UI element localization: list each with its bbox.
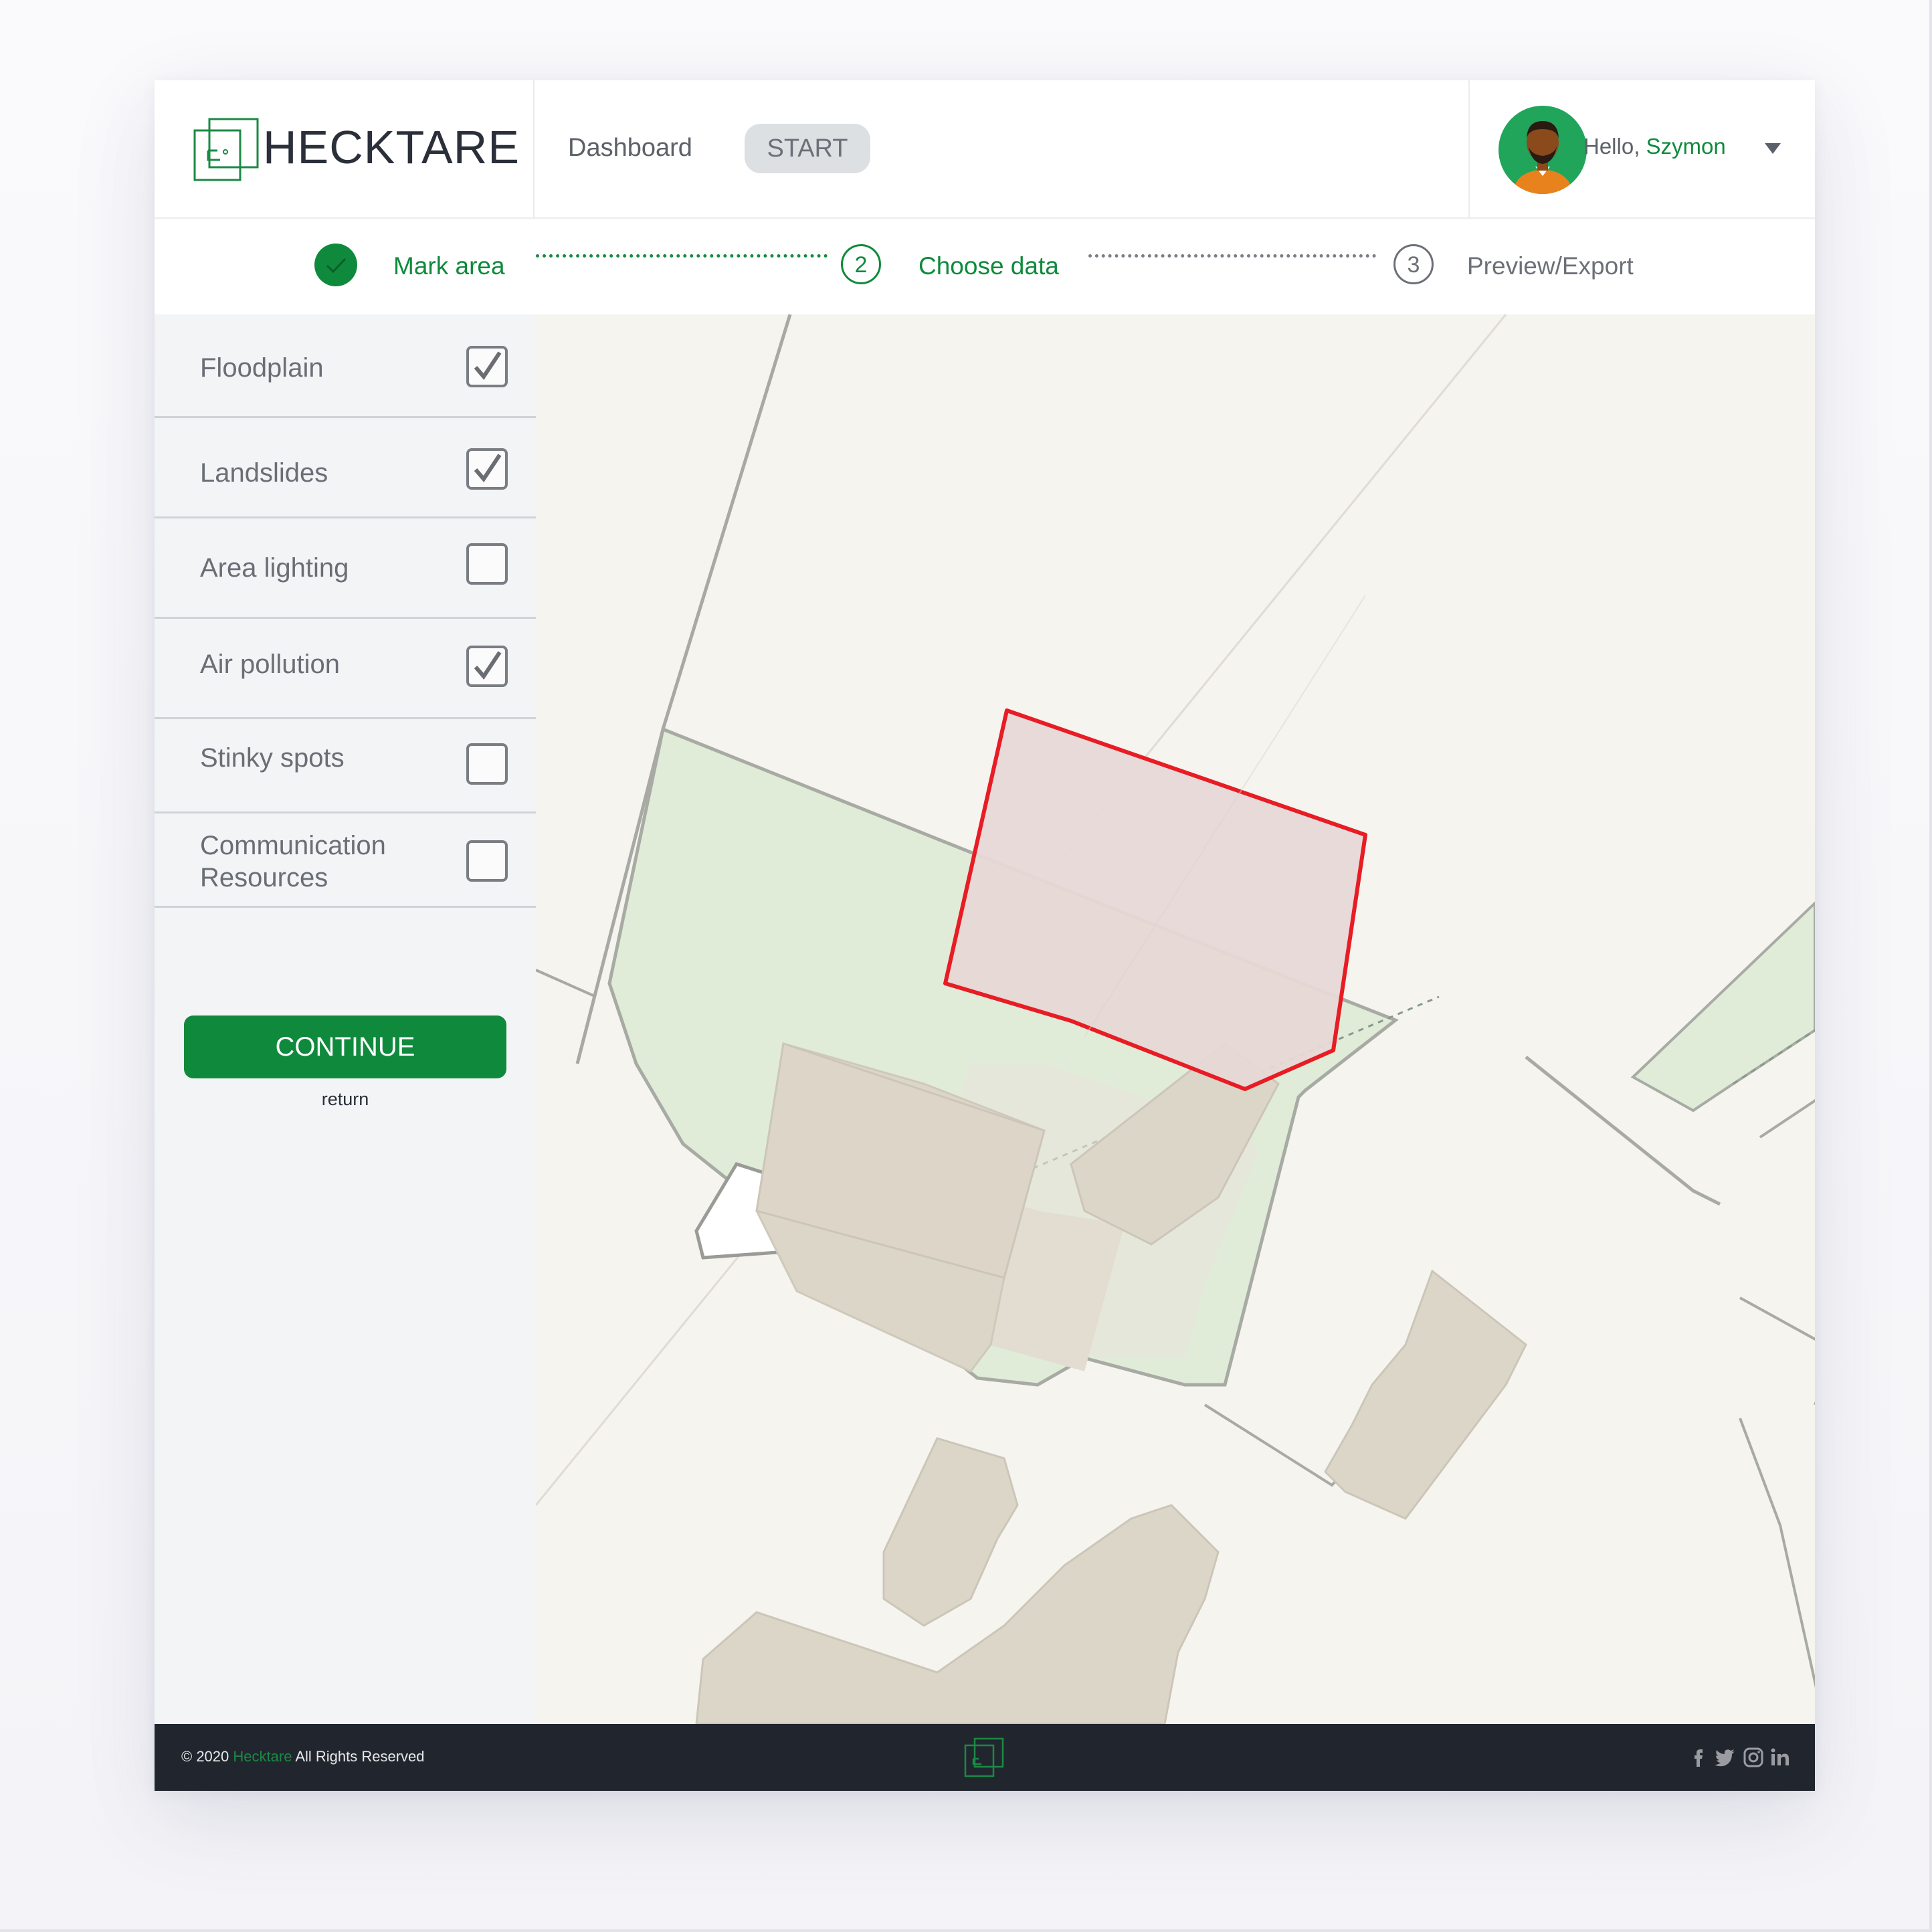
facebook-icon[interactable] bbox=[1686, 1745, 1711, 1769]
logo-text: HECKTARE bbox=[263, 121, 520, 173]
step-choose-data[interactable]: Choose data bbox=[919, 252, 1059, 280]
option-landslides[interactable]: Landslides bbox=[155, 418, 536, 518]
step-connector bbox=[1088, 254, 1376, 271]
option-label-line: Communication bbox=[200, 831, 386, 860]
copyright-prefix: © 2020 bbox=[181, 1748, 233, 1765]
app-window: HECKTARE Dashboard START Hello, Szymon M… bbox=[155, 80, 1815, 1791]
option-label: Communication Resources bbox=[200, 830, 386, 894]
user-name: Szymon bbox=[1646, 134, 1726, 159]
header: HECKTARE Dashboard START Hello, Szymon bbox=[155, 80, 1815, 219]
map-layer[interactable] bbox=[536, 314, 1815, 1724]
avatar[interactable] bbox=[1498, 105, 1587, 195]
option-stinky-spots[interactable]: Stinky spots bbox=[155, 719, 536, 813]
checkmark-icon bbox=[474, 454, 502, 482]
data-layers-sidebar: Floodplain Landslides Area lighting Air … bbox=[155, 314, 536, 1724]
user-greeting: Hello, Szymon bbox=[1583, 134, 1726, 159]
option-area-lighting[interactable]: Area lighting bbox=[155, 518, 536, 619]
footer: © 2020 Hecktare All Rights Reserved bbox=[155, 1724, 1815, 1791]
option-label: Air pollution bbox=[200, 650, 341, 679]
checkbox-landslides[interactable] bbox=[466, 448, 508, 490]
return-link[interactable]: return bbox=[155, 1089, 536, 1110]
footer-logo-icon bbox=[964, 1737, 1004, 1777]
copyright-suffix: All Rights Reserved bbox=[292, 1748, 425, 1765]
option-floodplain[interactable]: Floodplain bbox=[155, 314, 536, 418]
parcel-boundary bbox=[536, 969, 597, 998]
linkedin-icon[interactable] bbox=[1768, 1745, 1792, 1769]
option-label: Floodplain bbox=[200, 353, 324, 383]
footer-brand-link[interactable]: Hecktare bbox=[233, 1748, 292, 1765]
map-canvas[interactable] bbox=[536, 314, 1815, 1724]
option-label: Landslides bbox=[200, 458, 328, 488]
parcel-boundary bbox=[1739, 1296, 1815, 1405]
continue-button[interactable]: CONTINUE bbox=[184, 1016, 506, 1078]
chevron-down-icon[interactable] bbox=[1764, 142, 1781, 155]
option-communication-resources[interactable]: Communication Resources bbox=[155, 813, 536, 908]
progress-stepper: Mark area 2 Choose data 3 Preview/Export bbox=[155, 219, 1815, 314]
checkbox-stinky-spots[interactable] bbox=[466, 743, 508, 785]
step-preview-export[interactable]: Preview/Export bbox=[1467, 252, 1634, 280]
option-label-line: Resources bbox=[200, 863, 328, 892]
building bbox=[882, 1437, 1019, 1627]
logo[interactable]: HECKTARE bbox=[155, 80, 535, 217]
option-label: Area lighting bbox=[200, 553, 349, 583]
user-menu[interactable]: Hello, Szymon bbox=[1468, 80, 1816, 217]
instagram-icon[interactable] bbox=[1741, 1745, 1765, 1769]
greeting-text: Hello, bbox=[1583, 134, 1646, 159]
step-mark-area[interactable]: Mark area bbox=[393, 252, 505, 280]
option-label: Stinky spots bbox=[200, 743, 345, 773]
check-circle-icon bbox=[314, 244, 357, 286]
checkmark-icon bbox=[474, 651, 502, 680]
copyright-text: © 2020 Hecktare All Rights Reserved bbox=[181, 1748, 425, 1765]
checkmark-icon bbox=[474, 351, 502, 380]
building bbox=[1324, 1269, 1527, 1520]
twitter-icon[interactable] bbox=[1713, 1745, 1737, 1769]
nav-dashboard-link[interactable]: Dashboard bbox=[568, 134, 692, 163]
checkbox-communication-resources[interactable] bbox=[466, 840, 508, 882]
parcel-boundary bbox=[1759, 1098, 1815, 1139]
checkbox-floodplain[interactable] bbox=[466, 346, 508, 387]
green-area bbox=[1630, 901, 1815, 1113]
checkbox-air-pollution[interactable] bbox=[466, 646, 508, 687]
nav-start-button[interactable]: START bbox=[745, 124, 870, 173]
step-2-number: 2 bbox=[841, 244, 881, 284]
step-3-number: 3 bbox=[1393, 244, 1434, 284]
parcel-boundary bbox=[1739, 1418, 1815, 1688]
step-connector bbox=[536, 254, 828, 271]
hecktare-logo-icon bbox=[193, 118, 259, 181]
option-air-pollution[interactable]: Air pollution bbox=[155, 619, 536, 719]
checkbox-area-lighting[interactable] bbox=[466, 543, 508, 585]
